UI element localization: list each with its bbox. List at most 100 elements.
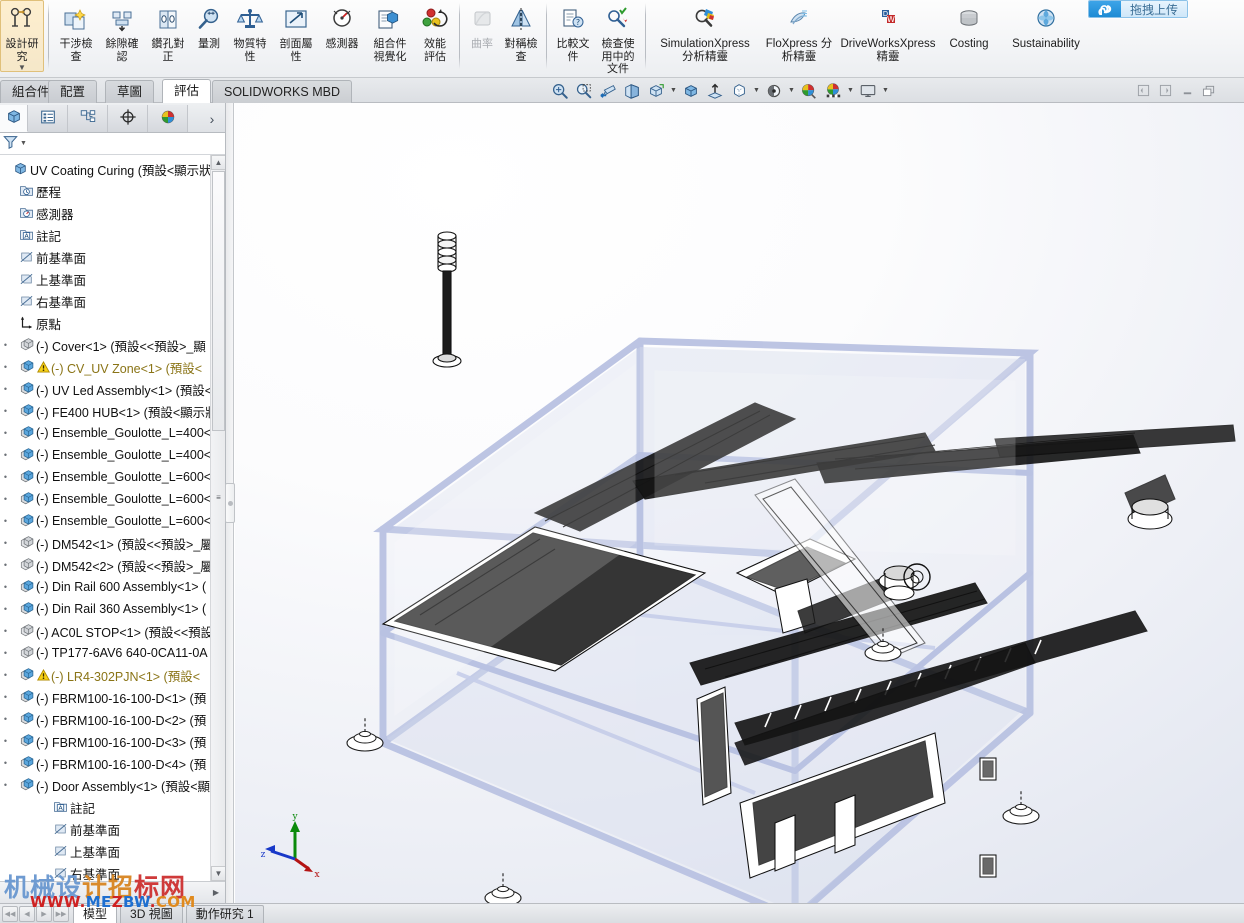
ribbon-button-sensor[interactable]: 感測器 xyxy=(319,0,365,52)
expand-toggle-icon[interactable]: • xyxy=(0,340,11,350)
feature-tree-item[interactable]: A 註記 xyxy=(0,224,225,246)
tab-configuration[interactable]: 配置 xyxy=(48,80,98,103)
expand-toggle-icon[interactable]: • xyxy=(0,516,11,526)
panel-splitter[interactable] xyxy=(225,103,235,903)
bottom-tab-3d-views[interactable]: 3D 視圖 xyxy=(120,904,183,923)
bottom-tab-motion-study[interactable]: 動作研究 1 xyxy=(185,904,264,923)
chevron-down-icon[interactable]: ▼ xyxy=(845,79,856,102)
zoom-to-fit-icon[interactable] xyxy=(548,79,572,102)
configuration-manager-tab[interactable] xyxy=(68,105,108,132)
ribbon-button-costing[interactable]: Costing xyxy=(938,0,1000,52)
ribbon-button-compare-documents[interactable]: ? 比較文件 xyxy=(551,0,595,64)
feature-tree-root-item[interactable]: UV Coating Curing (預設<顯示狀態 xyxy=(0,158,225,180)
feature-tree-item[interactable]: 前基準面 xyxy=(0,246,225,268)
first-icon[interactable]: ◀◀ xyxy=(2,905,18,922)
chevron-down-icon[interactable]: ▼ xyxy=(880,79,891,102)
restore-left-icon[interactable] xyxy=(1132,80,1154,102)
ribbon-button-assembly-visualization[interactable]: 組合件視覺化 xyxy=(365,0,415,64)
expand-toggle-icon[interactable]: • xyxy=(0,538,11,548)
expand-toggle-icon[interactable]: • xyxy=(0,362,11,372)
feature-tree[interactable]: UV Coating Curing (預設<顯示狀態 歷程 感測器 A 註記 前基準面 上基… xyxy=(0,155,225,881)
expand-toggle-icon[interactable]: • xyxy=(0,406,11,416)
feature-tree-item[interactable]: 前基準面 xyxy=(0,818,225,840)
feature-tree-item[interactable]: • (-) AC0L STOP<1> (預設<<預設 xyxy=(0,620,225,642)
feature-tree-item[interactable]: • (-) Ensemble_Goulotte_L=400< xyxy=(0,444,225,466)
display-manager-tab[interactable] xyxy=(148,105,188,132)
feature-tree-item[interactable]: • (-) Door Assembly<1> (預設<顯 xyxy=(0,774,225,796)
feature-tree-item[interactable]: A 註記 xyxy=(0,796,225,818)
feature-tree-item[interactable]: • (-) Cover<1> (預設<<預設>_顯 xyxy=(0,334,225,356)
last-icon[interactable]: ▶▶ xyxy=(53,905,69,922)
feature-tree-item[interactable]: • (-) Ensemble_Goulotte_L=400< xyxy=(0,422,225,444)
chevron-down-icon[interactable]: ▼ xyxy=(751,79,762,102)
drag-upload-button[interactable]: 拖拽上传 xyxy=(1087,0,1188,18)
ribbon-button-mass-properties[interactable]: 物質特性 xyxy=(227,0,273,64)
view-orientation-icon[interactable] xyxy=(644,79,668,102)
expand-toggle-icon[interactable]: • xyxy=(0,494,11,504)
section-view-icon[interactable] xyxy=(620,79,644,102)
view-settings-icon[interactable] xyxy=(762,79,786,102)
expand-toggle-icon[interactable]: • xyxy=(0,582,11,592)
chevron-down-icon[interactable]: ▼ xyxy=(786,79,797,102)
collapse-toggle-icon[interactable]: • xyxy=(0,780,11,790)
minimize-icon[interactable] xyxy=(1176,80,1198,102)
chevron-down-icon[interactable]: ▼ xyxy=(668,79,679,102)
expand-toggle-icon[interactable]: • xyxy=(0,626,11,636)
expand-toggle-icon[interactable]: • xyxy=(0,758,11,768)
scene-icon[interactable] xyxy=(821,79,845,102)
feature-tree-item[interactable]: • (-) Din Rail 600 Assembly<1> ( xyxy=(0,576,225,598)
feature-tree-item[interactable]: • (-) FBRM100-16-100-D<3> (預 xyxy=(0,730,225,752)
apply-scene-up-icon[interactable] xyxy=(703,79,727,102)
feature-tree-item[interactable]: 上基準面 xyxy=(0,840,225,862)
previous-view-icon[interactable] xyxy=(596,79,620,102)
next-icon[interactable]: ▶ xyxy=(36,905,52,922)
ribbon-button-curvature[interactable]: 曲率 xyxy=(464,0,500,52)
feature-tree-tab[interactable] xyxy=(0,105,28,132)
ribbon-button-interference-check[interactable]: 干涉檢查 xyxy=(53,0,99,64)
ribbon-button-design-study[interactable]: 設計研究 ▼ xyxy=(0,0,44,72)
feature-tree-item[interactable]: • (-) TP177-6AV6 640-0CA11-0A xyxy=(0,642,225,664)
scroll-handle-icon[interactable]: ≡ xyxy=(211,490,225,505)
feature-tree-item[interactable]: • (-) Ensemble_Goulotte_L=600< xyxy=(0,488,225,510)
feature-tree-scrollbar[interactable]: ▲ ≡ ▼ xyxy=(210,155,225,881)
bottom-tab-model[interactable]: 模型 xyxy=(73,904,118,923)
ribbon-button-floxpress[interactable]: FloXpress 分析精靈 xyxy=(760,0,838,64)
chevron-down-icon[interactable]: ▼ xyxy=(18,64,26,72)
splitter-handle[interactable] xyxy=(225,483,235,523)
feature-tree-item[interactable]: • (-) FBRM100-16-100-D<1> (預 xyxy=(0,686,225,708)
feature-tree-item[interactable]: • (-) CV_UV Zone<1> (預設< xyxy=(0,356,225,378)
display-style-cube-icon[interactable] xyxy=(679,79,703,102)
feature-tree-item[interactable]: • (-) Din Rail 360 Assembly<1> ( xyxy=(0,598,225,620)
ribbon-button-measure[interactable]: 量測 xyxy=(191,0,227,52)
restore-window-icon[interactable] xyxy=(1198,80,1220,102)
filter-icon[interactable] xyxy=(2,134,19,153)
restore-right-icon[interactable] xyxy=(1154,80,1176,102)
ribbon-button-performance-evaluation[interactable]: 效能評估 xyxy=(415,0,455,64)
ribbon-button-hole-alignment[interactable]: 鑽孔對正 xyxy=(145,0,191,64)
expand-toggle-icon[interactable]: • xyxy=(0,736,11,746)
feature-tree-item[interactable]: • (-) FBRM100-16-100-D<2> (預 xyxy=(0,708,225,730)
scroll-up-icon[interactable]: ▲ xyxy=(211,155,225,170)
feature-tree-item[interactable]: 歷程 xyxy=(0,180,225,202)
tab-solidworks-mbd[interactable]: SOLIDWORKS MBD xyxy=(212,80,352,103)
feature-tree-item[interactable]: 右基準面 xyxy=(0,290,225,312)
feature-tree-item[interactable]: • (-) DM542<2> (預設<<預設>_屬 xyxy=(0,554,225,576)
chevron-down-icon[interactable]: ▼ xyxy=(20,140,27,147)
ribbon-button-simulationxpress[interactable]: SimulationXpress 分析精靈 xyxy=(650,0,760,64)
feature-tree-item[interactable]: 上基準面 xyxy=(0,268,225,290)
graphics-viewport[interactable]: y x z xyxy=(235,103,1244,903)
ribbon-button-symmetry-check[interactable]: 對稱檢查 xyxy=(500,0,542,64)
scroll-down-icon[interactable]: ▼ xyxy=(211,866,225,881)
display-screen-icon[interactable] xyxy=(856,79,880,102)
tab-evaluate[interactable]: 評估 xyxy=(162,79,212,103)
zoom-to-area-icon[interactable] xyxy=(572,79,596,102)
expand-toggle-icon[interactable]: • xyxy=(0,648,11,658)
feature-tree-item[interactable]: • (-) Ensemble_Goulotte_L=600< xyxy=(0,510,225,532)
feature-tree-item[interactable]: 原點 xyxy=(0,312,225,334)
expand-toggle-icon[interactable]: • xyxy=(0,428,11,438)
expand-toggle-icon[interactable]: • xyxy=(0,560,11,570)
ribbon-button-section-properties[interactable]: 剖面屬性 xyxy=(273,0,319,64)
ribbon-button-driveworksxpress[interactable]: D W DriveWorksXpress 精靈 xyxy=(838,0,938,64)
feature-tree-item[interactable]: • (-) LR4-302PJN<1> (預設< xyxy=(0,664,225,686)
expand-toggle-icon[interactable]: • xyxy=(0,384,11,394)
